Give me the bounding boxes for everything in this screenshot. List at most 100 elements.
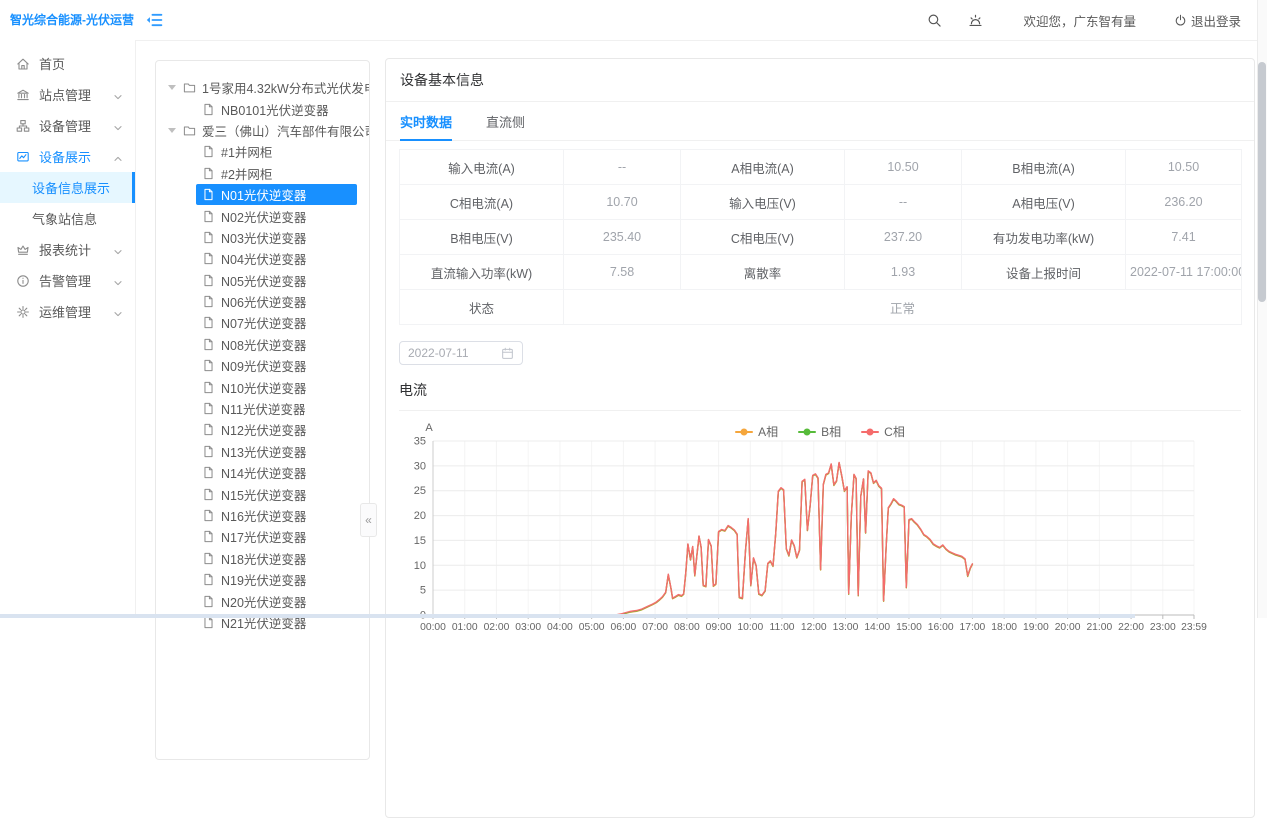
- tree-file-node[interactable]: N04光伏逆变器: [156, 248, 369, 269]
- tree-file-node[interactable]: N06光伏逆变器: [156, 291, 369, 312]
- tree-file-item[interactable]: N11光伏逆变器: [196, 398, 357, 419]
- tree-file-node[interactable]: N12光伏逆变器: [156, 419, 369, 440]
- sidebar-item-alarm-management[interactable]: 告警管理: [0, 265, 135, 296]
- tree-file-item[interactable]: N08光伏逆变器: [196, 334, 357, 355]
- tree-folder-node[interactable]: 爱三（佛山）汽车部件有限公司光伏发: [156, 120, 369, 141]
- svg-text:04:00: 04:00: [547, 622, 573, 633]
- tree-file-node[interactable]: N13光伏逆变器: [156, 441, 369, 462]
- field-value: --: [845, 185, 962, 220]
- tree-file-node[interactable]: N08光伏逆变器: [156, 334, 369, 355]
- top-right-actions: 欢迎您，广东智有量 退出登录: [927, 11, 1257, 30]
- tree-file-item[interactable]: N16光伏逆变器: [196, 505, 357, 526]
- sidebar-subitem-device-info-display[interactable]: 设备信息展示: [0, 172, 135, 203]
- alert-icon: [16, 274, 30, 288]
- tree-file-item[interactable]: N15光伏逆变器: [196, 484, 357, 505]
- tree-folder-node[interactable]: 1号家用4.32kW分布式光伏发电站: [156, 77, 369, 98]
- folder-icon: [183, 81, 196, 94]
- sidebar-item-ops-management[interactable]: 运维管理: [0, 296, 135, 327]
- scrollbar-thumb[interactable]: [1258, 62, 1266, 302]
- caret-down-icon[interactable]: [168, 128, 176, 133]
- svg-text:19:00: 19:00: [1023, 622, 1049, 633]
- file-icon: [202, 402, 215, 415]
- tree-file-item[interactable]: N19光伏逆变器: [196, 569, 357, 590]
- tree-file-item[interactable]: N18光伏逆变器: [196, 548, 357, 569]
- menu-fold-icon[interactable]: [145, 11, 163, 29]
- tree-file-item[interactable]: N07光伏逆变器: [196, 312, 357, 333]
- sidebar-item-device-management[interactable]: 设备管理: [0, 110, 135, 141]
- search-icon[interactable]: [927, 13, 942, 28]
- field-label: 输入电流(A): [400, 150, 564, 185]
- legend-marker: [735, 431, 753, 433]
- tree-file-item[interactable]: NB0101光伏逆变器: [196, 99, 357, 120]
- tree-file-item[interactable]: N20光伏逆变器: [196, 591, 357, 612]
- legend-marker: [798, 431, 816, 433]
- caret-down-icon[interactable]: [168, 85, 176, 90]
- tab-realtime-data[interactable]: 实时数据: [400, 102, 452, 140]
- tree-file-item[interactable]: N04光伏逆变器: [196, 248, 357, 269]
- tree-file-node[interactable]: N14光伏逆变器: [156, 462, 369, 483]
- date-picker[interactable]: 2022-07-11: [399, 341, 523, 365]
- sidebar-item-device-display[interactable]: 设备展示: [0, 141, 135, 172]
- tree-file-item[interactable]: N12光伏逆变器: [196, 419, 357, 440]
- svg-text:00:00: 00:00: [420, 622, 446, 633]
- alarm-icon[interactable]: [968, 13, 983, 28]
- tree-file-node[interactable]: N15光伏逆变器: [156, 483, 369, 504]
- tree-file-item[interactable]: N09光伏逆变器: [196, 355, 357, 376]
- svg-text:07:00: 07:00: [642, 622, 668, 633]
- tree-file-item[interactable]: N13光伏逆变器: [196, 441, 357, 462]
- tree-collapse-handle[interactable]: «: [360, 503, 377, 537]
- tree-file-node[interactable]: N09光伏逆变器: [156, 355, 369, 376]
- chevron-up-icon: [113, 152, 123, 162]
- tree-file-item[interactable]: N02光伏逆变器: [196, 206, 357, 227]
- logout-button[interactable]: 退出登录: [1174, 11, 1241, 30]
- tree-file-item[interactable]: N05光伏逆变器: [196, 270, 357, 291]
- tree-file-node[interactable]: N19光伏逆变器: [156, 569, 369, 590]
- sidebar-item-report-statistics[interactable]: 报表统计: [0, 234, 135, 265]
- tree-file-item[interactable]: #2并网柜: [196, 163, 357, 184]
- tree-file-node[interactable]: NB0101光伏逆变器: [156, 98, 369, 119]
- logout-label: 退出登录: [1191, 11, 1241, 30]
- legend-item-B相[interactable]: B相: [798, 423, 841, 440]
- tree-file-item[interactable]: N03光伏逆变器: [196, 227, 357, 248]
- welcome-text: 欢迎您，广东智有量: [1023, 11, 1136, 30]
- chevron-down-icon: [113, 245, 123, 255]
- gear-icon: [16, 305, 30, 319]
- tree-file-node[interactable]: #2并网柜: [156, 163, 369, 184]
- tree-file-item[interactable]: N01光伏逆变器: [196, 184, 357, 205]
- sidebar-item-site-management[interactable]: 站点管理: [0, 79, 135, 110]
- tab-dc-side[interactable]: 直流侧: [486, 102, 525, 140]
- file-icon: [202, 167, 215, 180]
- tree-file-node[interactable]: N16光伏逆变器: [156, 505, 369, 526]
- tree-file-node[interactable]: N10光伏逆变器: [156, 376, 369, 397]
- tree-file-node[interactable]: #1并网柜: [156, 141, 369, 162]
- tree-file-node[interactable]: N18光伏逆变器: [156, 548, 369, 569]
- tree-file-node[interactable]: N07光伏逆变器: [156, 312, 369, 333]
- field-label: 离散率: [681, 255, 845, 290]
- tree-file-node[interactable]: N02光伏逆变器: [156, 205, 369, 226]
- field-value: 236.20: [1126, 185, 1242, 220]
- tree-file-node[interactable]: N17光伏逆变器: [156, 526, 369, 547]
- svg-text:22:00: 22:00: [1118, 622, 1144, 633]
- svg-text:03:00: 03:00: [515, 622, 541, 633]
- sidebar-subitem-weather-station-info[interactable]: 气象站信息: [0, 203, 135, 234]
- field-label: 状态: [400, 290, 564, 325]
- tree-file-node[interactable]: N05光伏逆变器: [156, 270, 369, 291]
- svg-text:17:00: 17:00: [960, 622, 986, 633]
- tree-file-node[interactable]: N03光伏逆变器: [156, 227, 369, 248]
- sidebar-item-home[interactable]: 首页: [0, 48, 135, 79]
- scrollbar-track[interactable]: [1257, 0, 1267, 618]
- tree-file-item[interactable]: N10光伏逆变器: [196, 377, 357, 398]
- tree-file-item[interactable]: #1并网柜: [196, 141, 357, 162]
- legend-item-A相[interactable]: A相: [735, 423, 778, 440]
- tree-file-node[interactable]: N20光伏逆变器: [156, 590, 369, 611]
- tree-file-item[interactable]: N06光伏逆变器: [196, 291, 357, 312]
- tree-file-node[interactable]: N11光伏逆变器: [156, 398, 369, 419]
- tree-file-item[interactable]: N17光伏逆变器: [196, 526, 357, 547]
- field-label: B相电压(V): [400, 220, 564, 255]
- field-label: 有功发电功率(kW): [962, 220, 1126, 255]
- legend-item-C相[interactable]: C相: [861, 423, 905, 440]
- svg-text:09:00: 09:00: [706, 622, 732, 633]
- tree-file-node[interactable]: N01光伏逆变器: [156, 184, 369, 205]
- tree-file-item[interactable]: N14光伏逆变器: [196, 462, 357, 483]
- file-icon: [202, 530, 215, 543]
